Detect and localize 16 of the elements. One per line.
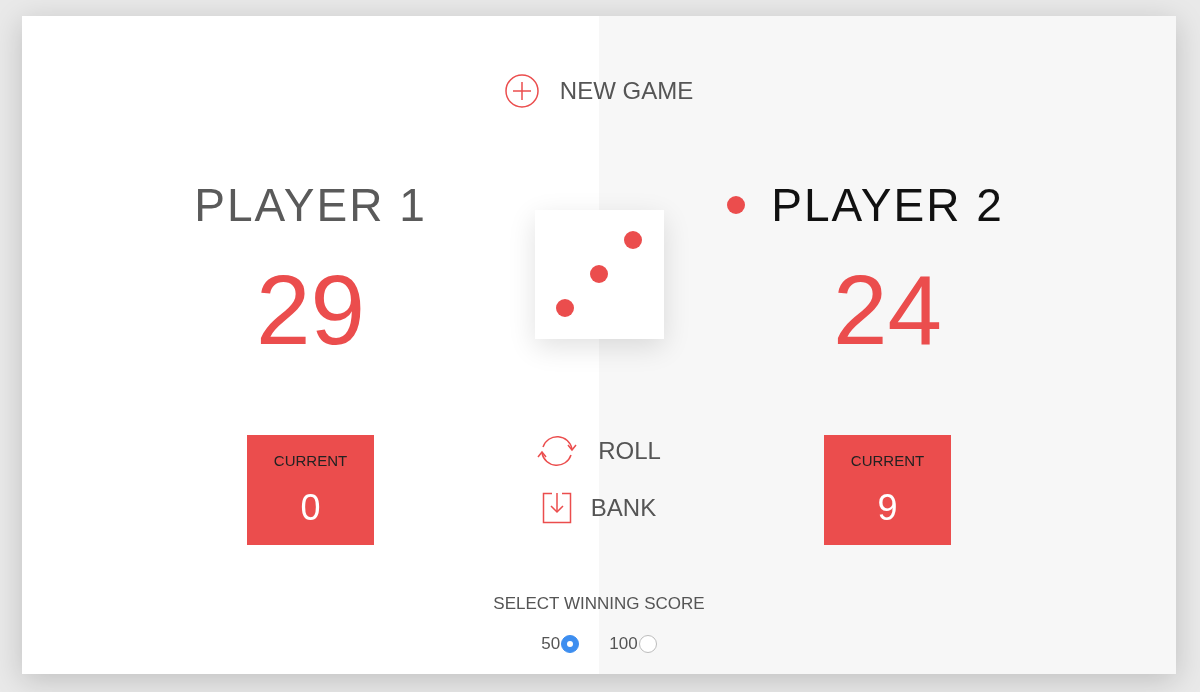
new-game-button[interactable]: NEW GAME <box>504 73 694 109</box>
radio-label: 50 <box>541 633 561 655</box>
player-score: 29 <box>256 260 365 360</box>
radio-label: 100 <box>609 633 638 655</box>
bank-button[interactable]: BANK <box>541 490 657 526</box>
roll-button[interactable]: ROLL <box>537 433 661 469</box>
current-label: CURRENT <box>273 453 348 469</box>
download-box-icon <box>541 492 572 524</box>
current-label: CURRENT <box>850 453 925 469</box>
player-score: 24 <box>833 260 942 360</box>
current-value: 0 <box>300 488 321 528</box>
winning-score-label: SELECT WINNING SCORE <box>493 593 705 615</box>
player-name: PLAYER 2 <box>771 178 1004 233</box>
current-value: 9 <box>877 488 898 528</box>
player-name: PLAYER 1 <box>194 178 427 233</box>
plus-circle-icon <box>504 74 539 108</box>
